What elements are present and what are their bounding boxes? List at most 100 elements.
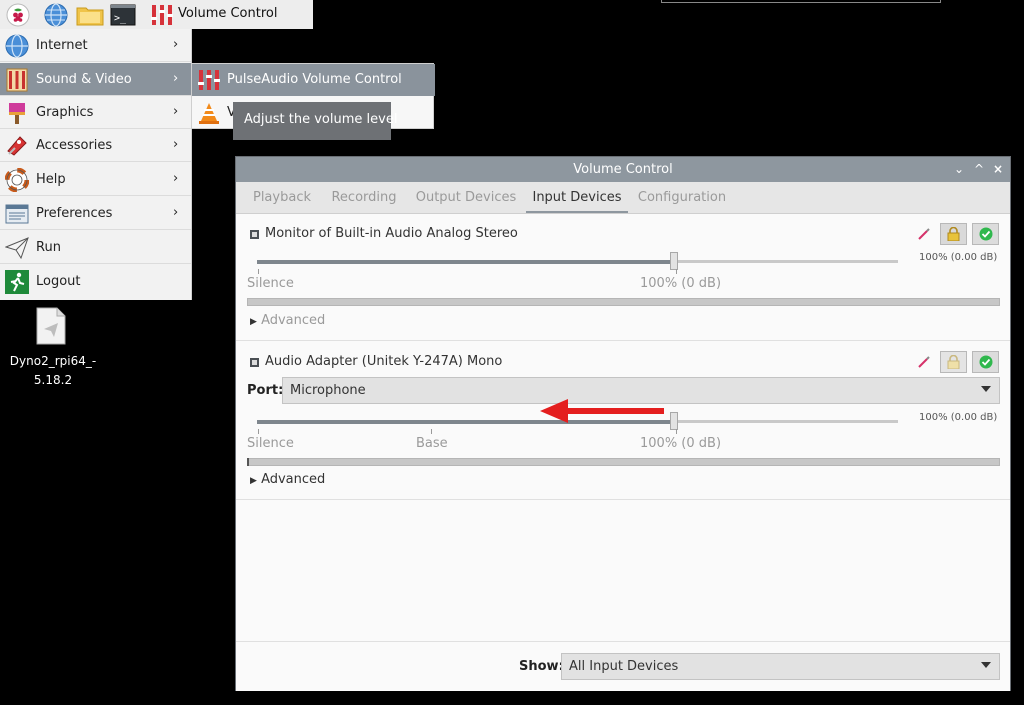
tab-bar: Playback Recording Output Devices Input … xyxy=(236,182,1010,214)
menu-item-label: Help xyxy=(36,172,66,187)
device-separator xyxy=(236,499,1010,500)
svg-text:>_: >_ xyxy=(114,13,127,24)
menu-item-accessories[interactable]: Accessories › xyxy=(0,129,191,162)
check-icon xyxy=(979,355,993,369)
menu-item-run[interactable]: Run xyxy=(0,231,191,264)
maximize-button[interactable]: ^ xyxy=(972,162,986,176)
dropdown-arrow-icon xyxy=(981,386,991,392)
volume-slider-fill xyxy=(257,260,674,264)
lock-icon xyxy=(947,355,960,369)
advanced-expander[interactable]: ▶ Advanced xyxy=(250,313,325,328)
tab-output-devices[interactable]: Output Devices xyxy=(412,182,520,213)
tooltip: Adjust the volume level xyxy=(233,102,397,140)
microphone-icon xyxy=(250,230,259,239)
minimize-button[interactable]: ⌄ xyxy=(952,162,966,176)
lock-channels-button[interactable] xyxy=(940,351,967,373)
menu-item-label: Sound & Video xyxy=(36,72,132,87)
tick-base xyxy=(431,429,432,434)
tab-input-devices[interactable]: Input Devices xyxy=(526,182,628,213)
tick-label-100: 100% (0 dB) xyxy=(640,276,722,291)
window-titlebar[interactable]: Volume Control ⌄ ^ × xyxy=(236,157,1010,182)
submenu-item-label: PulseAudio Volume Control xyxy=(227,72,402,87)
mixer-icon xyxy=(198,70,220,90)
close-button[interactable]: × xyxy=(991,162,1005,176)
advanced-label: Advanced xyxy=(261,472,326,487)
advanced-expander[interactable]: ▶ Advanced xyxy=(250,472,325,487)
help-lifebuoy-icon xyxy=(5,168,29,192)
taskbar-active-window-label: Volume Control xyxy=(178,6,278,21)
check-icon xyxy=(979,227,993,241)
lock-icon xyxy=(947,227,960,241)
terminal-icon[interactable]: >_ xyxy=(110,3,136,27)
menu-item-label: Run xyxy=(36,240,61,255)
taskbar-active-window-button[interactable]: Volume Control xyxy=(146,0,313,29)
taskbar-launcher-area: >_ Volume Control xyxy=(0,0,313,29)
file-icon xyxy=(36,307,66,345)
menu-item-sound-video[interactable]: Sound & Video › xyxy=(0,63,191,96)
menu-item-label: Graphics xyxy=(36,105,94,120)
device-separator xyxy=(236,340,1010,341)
tick-100 xyxy=(676,269,677,274)
chevron-right-icon: › xyxy=(173,71,179,86)
port-dropdown-value: Microphone xyxy=(290,383,366,398)
tick-label-silence: Silence xyxy=(247,436,294,451)
tick-label-silence: Silence xyxy=(247,276,294,291)
chevron-right-icon: › xyxy=(173,104,179,119)
menu-item-preferences[interactable]: Preferences › xyxy=(0,197,191,230)
show-dropdown-value: All Input Devices xyxy=(569,659,679,674)
tab-configuration[interactable]: Configuration xyxy=(634,182,730,213)
submenu-item-pulseaudio-volume-control[interactable]: PulseAudio Volume Control xyxy=(192,64,435,96)
menu-item-label: Logout xyxy=(36,274,81,289)
chevron-right-icon: › xyxy=(173,137,179,152)
peak-meter xyxy=(247,458,1000,466)
peak-meter xyxy=(247,298,1000,306)
volume-slider-handle[interactable] xyxy=(670,252,678,270)
red-annotation-arrow xyxy=(540,399,664,423)
chevron-right-icon: › xyxy=(173,171,179,186)
set-default-icon[interactable] xyxy=(918,356,930,368)
mute-toggle-button[interactable] xyxy=(972,223,999,245)
raspberry-icon[interactable] xyxy=(6,3,30,27)
bottom-bar: Show: All Input Devices xyxy=(236,641,1010,691)
tick-label-base: Base xyxy=(416,436,448,451)
menu-item-logout[interactable]: Logout xyxy=(0,265,191,298)
set-default-icon[interactable] xyxy=(918,228,930,240)
dropdown-arrow-icon xyxy=(981,662,991,668)
main-menu: Internet › Sound & Video › Graphics › Ac… xyxy=(0,29,192,300)
expander-arrow-icon: ▶ xyxy=(250,317,257,327)
show-label: Show: xyxy=(519,659,564,674)
lock-channels-button[interactable] xyxy=(940,223,967,245)
show-devices-dropdown[interactable]: All Input Devices xyxy=(561,653,1000,680)
accessories-icon xyxy=(7,136,27,156)
run-paper-plane-icon xyxy=(5,237,29,260)
desktop-file-label-line1: Dyno2_rpi64_- xyxy=(9,354,97,368)
menu-item-help[interactable]: Help › xyxy=(0,163,191,196)
volume-percent-label: 100% (0.00 dB) xyxy=(919,252,998,263)
desktop-file-icon[interactable]: Dyno2_rpi64_- 5.18.2 xyxy=(0,305,106,390)
tick-label-100: 100% (0 dB) xyxy=(640,436,722,451)
tab-playback[interactable]: Playback xyxy=(242,182,322,213)
menu-item-label: Internet xyxy=(36,38,88,53)
advanced-label: Advanced xyxy=(261,313,326,328)
web-browser-icon[interactable] xyxy=(44,3,68,27)
logout-icon xyxy=(5,270,29,294)
tick-silence xyxy=(258,269,259,274)
expander-arrow-icon: ▶ xyxy=(250,476,257,486)
volume-percent-label: 100% (0.00 dB) xyxy=(919,412,998,423)
tick-100 xyxy=(676,429,677,434)
desktop-file-label-line2: 5.18.2 xyxy=(33,373,73,387)
volume-slider-handle[interactable] xyxy=(670,412,678,430)
chevron-right-icon: › xyxy=(173,205,179,220)
menu-item-internet[interactable]: Internet › xyxy=(0,29,191,62)
volume-control-icon xyxy=(151,5,173,25)
tick-silence xyxy=(258,429,259,434)
chevron-right-icon: › xyxy=(173,37,179,52)
file-manager-icon[interactable] xyxy=(76,3,104,27)
menu-item-graphics[interactable]: Graphics › xyxy=(0,96,191,129)
tab-recording[interactable]: Recording xyxy=(326,182,402,213)
mute-toggle-button[interactable] xyxy=(972,351,999,373)
microphone-icon xyxy=(250,358,259,367)
paint-icon xyxy=(9,103,25,124)
peak-meter-level xyxy=(247,458,249,466)
sound-video-icon xyxy=(6,68,28,92)
